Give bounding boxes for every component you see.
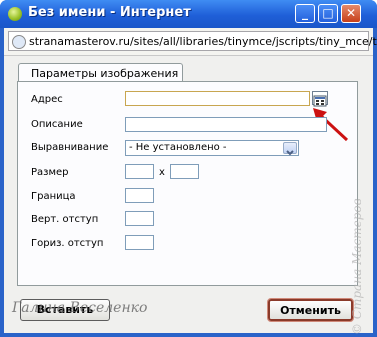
width-input[interactable] bbox=[125, 164, 154, 179]
height-input[interactable] bbox=[170, 164, 199, 179]
site-watermark: © Страна Мастеров bbox=[350, 198, 364, 335]
border-label: Граница bbox=[31, 191, 76, 202]
maximize-button[interactable]: □ bbox=[318, 4, 338, 23]
dialog-content: Параметры изображения Адрес Описание Выр… bbox=[4, 56, 373, 333]
border-input[interactable] bbox=[125, 188, 154, 203]
close-button[interactable]: ✕ bbox=[341, 4, 361, 23]
cancel-button[interactable]: Отменить bbox=[267, 298, 354, 322]
tab-image-properties[interactable]: Параметры изображения bbox=[18, 63, 183, 82]
page-icon bbox=[12, 35, 26, 49]
url-field[interactable]: stranamasterov.ru/sites/all/libraries/ti… bbox=[8, 31, 377, 51]
url-text: stranamasterov.ru/sites/all/libraries/ti… bbox=[29, 35, 377, 48]
minimize-button[interactable]: _ bbox=[295, 4, 315, 23]
author-watermark: Галина Веселенко bbox=[12, 300, 148, 316]
image-properties-panel bbox=[17, 81, 358, 286]
address-label: Адрес bbox=[31, 94, 63, 105]
align-selected-value: - Не установлено - bbox=[129, 142, 227, 153]
vspace-label: Верт. отступ bbox=[31, 214, 99, 225]
address-bar: stranamasterov.ru/sites/all/libraries/ti… bbox=[4, 28, 377, 56]
description-label: Описание bbox=[31, 119, 83, 130]
size-separator: x bbox=[159, 167, 165, 178]
browse-image-icon[interactable] bbox=[312, 91, 328, 107]
hspace-input[interactable] bbox=[125, 235, 154, 250]
chevron-down-icon[interactable] bbox=[283, 142, 297, 156]
hspace-label: Гориз. отступ bbox=[31, 238, 104, 249]
window-title: Без имени - Интернет bbox=[28, 5, 191, 20]
browser-popup-window: Без имени - Интернет _ □ ✕ stranamastero… bbox=[0, 0, 377, 337]
align-label: Выравнивание bbox=[31, 142, 109, 153]
tab-label: Параметры изображения bbox=[31, 67, 179, 80]
title-bar[interactable]: Без имени - Интернет _ □ ✕ bbox=[0, 0, 377, 28]
address-input[interactable] bbox=[125, 91, 310, 106]
browser-icon bbox=[8, 7, 22, 21]
align-select[interactable]: - Не установлено - bbox=[125, 140, 299, 156]
vspace-input[interactable] bbox=[125, 211, 154, 226]
size-label: Размер bbox=[31, 167, 69, 178]
description-input[interactable] bbox=[125, 117, 327, 132]
